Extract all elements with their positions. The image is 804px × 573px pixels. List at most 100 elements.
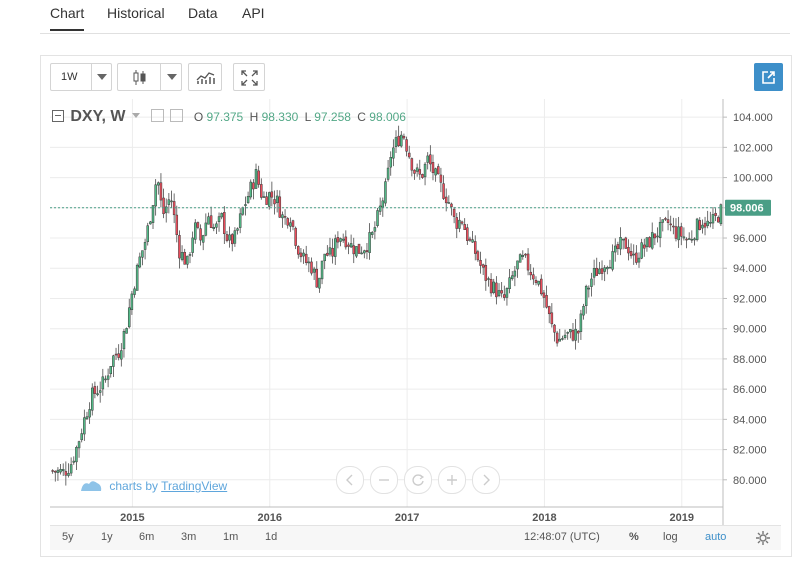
candle-body: [149, 221, 152, 225]
y-tick-label: 90.000: [733, 324, 767, 336]
symbol-name[interactable]: DXY, W: [70, 108, 125, 125]
candle-body: [431, 162, 435, 174]
candle-body: [244, 204, 247, 206]
utc-clock[interactable]: 12:48:07 (UTC): [524, 531, 600, 543]
auto-scale-toggle[interactable]: auto: [705, 531, 726, 543]
candle-body: [677, 226, 680, 241]
candle-body: [719, 204, 723, 225]
reset-icon: [412, 474, 425, 486]
candle-body: [291, 220, 295, 227]
candle-body: [188, 254, 192, 256]
divider: [160, 64, 161, 90]
candle-body: [658, 221, 662, 239]
percent-scale-toggle[interactable]: %: [629, 531, 639, 543]
candle-body: [497, 290, 501, 297]
settings-icon[interactable]: [151, 109, 165, 122]
candle-body: [106, 375, 110, 380]
range-1m[interactable]: 1m: [223, 531, 238, 543]
candle-body: [698, 220, 702, 230]
candle-body: [180, 252, 184, 260]
candle-body: [215, 223, 218, 228]
range-5y[interactable]: 5y: [62, 531, 74, 543]
tab-api[interactable]: API: [242, 5, 265, 21]
candle-body: [661, 219, 665, 223]
candle-body: [289, 222, 292, 227]
zoom-out-button[interactable]: [370, 466, 398, 494]
candle-body: [363, 250, 366, 254]
chart-area[interactable]: 80.000 82.000 84.000 86.000 88.000 90.000 92.0…: [50, 99, 788, 549]
chevron-down-icon[interactable]: [131, 113, 140, 118]
candle-body: [104, 378, 107, 381]
scroll-left-button[interactable]: [336, 466, 364, 494]
tab-bar: Chart Historical Data API: [40, 0, 790, 34]
watermark-brand[interactable]: TradingView: [161, 479, 227, 493]
candle-body: [637, 257, 641, 263]
tradingview-watermark[interactable]: charts by TradingView: [80, 478, 227, 493]
candle-body: [455, 217, 459, 229]
candle-body: [492, 281, 495, 293]
zoom-in-button[interactable]: [438, 466, 466, 494]
candle-body: [233, 230, 237, 244]
fullscreen-button[interactable]: [233, 63, 265, 91]
candle-body: [254, 169, 258, 189]
collapse-legend-icon[interactable]: [52, 110, 64, 122]
interval-label: 1W: [61, 71, 78, 83]
tab-data[interactable]: Data: [188, 5, 218, 21]
candle-body: [616, 244, 620, 249]
candle-body: [320, 260, 324, 280]
candle-body: [553, 324, 556, 333]
candle-body: [640, 242, 643, 259]
chart-type-select[interactable]: [117, 63, 182, 91]
candle-body: [98, 390, 102, 393]
scroll-right-button[interactable]: [472, 466, 500, 494]
candle-body: [376, 210, 379, 226]
candle-body: [563, 334, 567, 338]
candle-body: [334, 238, 337, 257]
candle-body: [175, 214, 179, 235]
candle-body: [516, 260, 519, 270]
candle-body: [228, 234, 231, 241]
indicators-button[interactable]: [188, 63, 222, 91]
interval-select[interactable]: 1W: [50, 63, 112, 91]
candle-body: [534, 279, 538, 283]
chevron-right-icon: [483, 474, 490, 486]
range-3m[interactable]: 3m: [181, 531, 196, 543]
candle-body: [540, 278, 543, 295]
candle-body: [479, 260, 482, 266]
candle-body: [315, 268, 319, 288]
price-chart[interactable]: 80.000 82.000 84.000 86.000 88.000 90.000 92.0…: [50, 99, 788, 525]
candle-body: [217, 216, 221, 223]
candle-body: [278, 196, 282, 218]
candle-body: [331, 247, 334, 257]
candle-body: [413, 169, 416, 174]
close-icon[interactable]: [169, 109, 183, 122]
candle-body: [555, 332, 559, 344]
candle-body: [360, 252, 363, 255]
range-1y[interactable]: 1y: [101, 531, 113, 543]
candle-body: [529, 271, 532, 276]
tab-chart[interactable]: Chart: [50, 5, 85, 31]
candle-body: [381, 200, 385, 208]
tab-historical[interactable]: Historical: [107, 5, 165, 21]
candle-body: [666, 219, 670, 223]
candle-body: [249, 181, 252, 198]
candle-body: [709, 222, 712, 224]
log-scale-toggle[interactable]: log: [663, 531, 678, 543]
candle-body: [67, 473, 70, 476]
candle-body: [542, 292, 546, 298]
candle-body: [397, 135, 400, 147]
popout-button[interactable]: [754, 63, 783, 91]
y-tick-label: 94.000: [733, 263, 767, 275]
candle-body: [526, 253, 530, 271]
candle-body: [194, 222, 197, 240]
candle-body: [442, 183, 445, 199]
reset-button[interactable]: [404, 466, 432, 494]
candle-body: [603, 267, 606, 272]
candle-body: [577, 330, 580, 334]
candle-body: [230, 234, 234, 245]
range-6m[interactable]: 6m: [139, 531, 154, 543]
range-1d[interactable]: 1d: [265, 531, 277, 543]
candle-body: [571, 330, 575, 341]
settings-gear-icon[interactable]: [756, 531, 770, 545]
candle-body: [674, 226, 678, 239]
